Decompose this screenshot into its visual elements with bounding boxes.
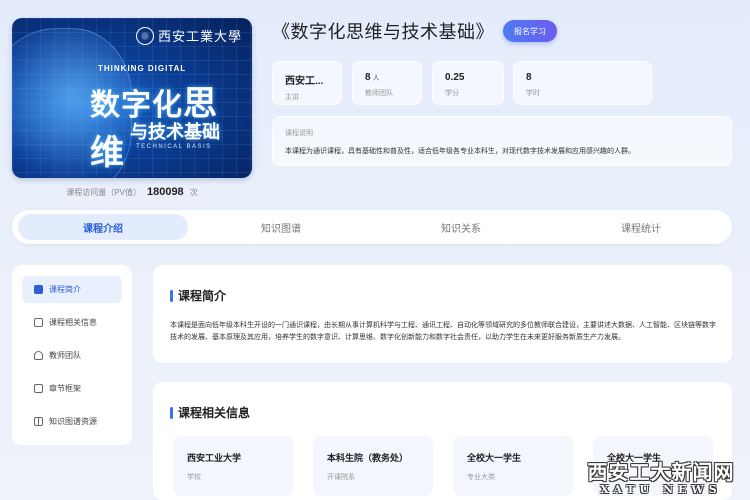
stat-value: 8 bbox=[526, 72, 532, 83]
info-tile-school: 西安工业大学 学校 bbox=[173, 436, 293, 496]
info-tile-major: 全校大一学生 专业大类 bbox=[453, 436, 573, 496]
tab-knowledge-graph[interactable]: 知识图谱 bbox=[196, 214, 366, 240]
info-tile-department: 本科生院（教务处） 开课院系 bbox=[313, 436, 433, 496]
tab-course-statistics[interactable]: 课程统计 bbox=[556, 214, 726, 240]
sidenav-item-related-info[interactable]: 课程相关信息 bbox=[22, 309, 122, 336]
outline-icon bbox=[34, 384, 43, 393]
description-text: 本课程为通识课程，具有基础性和普及性，适合低年级各专业本科生，对现代数字技术发展… bbox=[285, 148, 635, 155]
pv-counter: 课程访问量（PV值） 180098 次 bbox=[12, 178, 252, 206]
sidenav-item-label: 课程相关信息 bbox=[49, 318, 97, 327]
section-sidenav: 课程简介 课程相关信息 教师团队 章节框架 知识图谱资源 bbox=[12, 265, 132, 445]
stat-label: 教师团队 bbox=[365, 90, 393, 97]
university-logo: 西安工業大學 bbox=[135, 26, 242, 45]
section-title-bar bbox=[170, 289, 173, 302]
tab-knowledge-relations[interactable]: 知识关系 bbox=[376, 214, 546, 240]
section-title-text: 课程相关信息 bbox=[178, 406, 251, 420]
course-description-card: 课程说明 本课程为通识课程，具有基础性和普及性，适合低年级各专业本科生，对现代数… bbox=[272, 116, 732, 166]
section-title-text: 课程简介 bbox=[178, 289, 227, 303]
stat-card-teachers: 8人 教师团队 bbox=[352, 61, 422, 105]
info-value: 全校大一学生 bbox=[467, 453, 522, 463]
cover-title-sub: 与技术基础 bbox=[130, 122, 220, 142]
watermark-en: XATU NEWS bbox=[600, 483, 722, 496]
stat-card-credits: 0.25 学分 bbox=[432, 61, 504, 105]
sidenav-item-label: 课程简介 bbox=[49, 285, 81, 294]
grid-icon bbox=[34, 417, 43, 426]
course-title: 《数字化思维与技术基础》 bbox=[272, 22, 494, 42]
tab-course-intro[interactable]: 课程介绍 bbox=[18, 214, 188, 240]
stat-value: 0.25 bbox=[445, 72, 465, 83]
pv-value: 180098 bbox=[146, 186, 184, 198]
info-value: 西安工业大学 bbox=[187, 453, 242, 463]
enroll-button[interactable]: 报名学习 bbox=[503, 20, 557, 42]
university-logo-text: 西安工業大學 bbox=[157, 30, 242, 45]
main-tab-bar: 课程介绍 知识图谱 知识关系 课程统计 bbox=[12, 210, 732, 244]
course-intro-card: 课程简介 本课程是面向低年级本科生开设的一门通识课程，由长期从事计算机科学与工程… bbox=[153, 265, 732, 363]
news-watermark: 西安工大新闻网 XATU NEWS bbox=[576, 456, 746, 496]
pv-label: 课程访问量（PV值） bbox=[66, 187, 141, 197]
section-title: 课程相关信息 bbox=[170, 404, 250, 421]
course-intro-text: 本课程是面向低年级本科生开设的一门通识课程，由长期从事计算机科学与工程、通讯工程… bbox=[170, 322, 716, 341]
sidenav-item-intro[interactable]: 课程简介 bbox=[22, 276, 122, 303]
cover-en-top: THINKING DIGITAL bbox=[98, 64, 187, 73]
sidenav-item-label: 章节框架 bbox=[49, 384, 81, 393]
stat-card-hours: 8 学时 bbox=[513, 61, 652, 105]
section-title-bar bbox=[170, 406, 173, 419]
pv-unit: 次 bbox=[189, 187, 198, 197]
stat-value: 8 bbox=[365, 72, 371, 83]
info-label: 学校 bbox=[187, 474, 201, 481]
description-label: 课程说明 bbox=[285, 130, 313, 137]
stat-label: 学分 bbox=[445, 90, 459, 97]
sidenav-item-teachers[interactable]: 教师团队 bbox=[22, 342, 122, 369]
sidenav-item-label: 知识图谱资源 bbox=[49, 417, 97, 426]
sidenav-item-label: 教师团队 bbox=[49, 351, 81, 360]
info-label: 开课院系 bbox=[327, 474, 355, 481]
info-icon bbox=[34, 318, 43, 327]
info-label: 专业大类 bbox=[467, 474, 495, 481]
stat-label: 主讲 bbox=[285, 94, 299, 101]
info-value: 本科生院（教务处） bbox=[327, 453, 409, 463]
university-seal-icon bbox=[135, 26, 154, 45]
user-icon bbox=[34, 351, 43, 360]
doc-icon bbox=[34, 285, 43, 294]
stat-value: 西安工... bbox=[285, 76, 324, 87]
watermark-cn: 西安工大新闻网 bbox=[587, 460, 735, 484]
sidenav-item-chapters[interactable]: 章节框架 bbox=[22, 375, 122, 402]
cover-en-bottom: TECHNICAL BASIS bbox=[136, 144, 212, 150]
stat-label: 学时 bbox=[526, 90, 540, 97]
course-cover-image: 西安工業大學 THINKING DIGITAL 数字化思维 与技术基础 TECH… bbox=[12, 18, 252, 178]
stat-card-lecturer: 西安工... 主讲 bbox=[272, 61, 342, 105]
stat-unit: 人 bbox=[372, 75, 380, 82]
section-title: 课程简介 bbox=[170, 287, 226, 304]
sidenav-item-graph-resources[interactable]: 知识图谱资源 bbox=[22, 408, 122, 435]
